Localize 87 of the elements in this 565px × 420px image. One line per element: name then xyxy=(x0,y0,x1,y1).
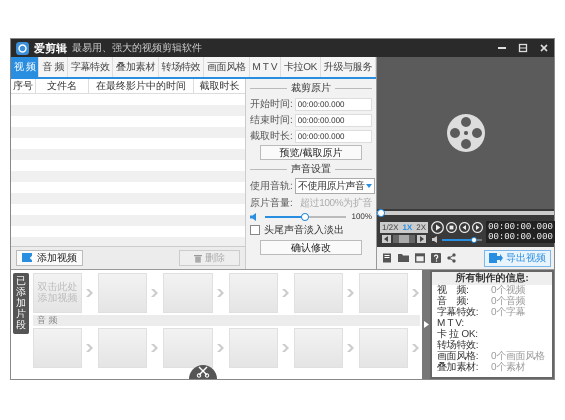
info-value: 0个字幕 xyxy=(491,307,526,318)
window-icon[interactable] xyxy=(415,253,425,263)
field-label: 原片音量: xyxy=(250,196,293,210)
logo-icon xyxy=(16,42,29,54)
play-icon[interactable] xyxy=(431,221,444,234)
chevron-icon xyxy=(86,344,94,352)
section-title: 裁剪原片 xyxy=(291,82,331,95)
film-reel-icon xyxy=(446,113,486,153)
tab[interactable]: 卡拉OK xyxy=(281,57,321,77)
chevron-icon xyxy=(282,344,290,352)
preview-trim-button[interactable]: 预览/截取原片 xyxy=(260,145,362,160)
column-header: 序号 xyxy=(11,79,36,93)
added-clips-tab[interactable]: 已添加片段 xyxy=(13,273,29,334)
chevron-icon xyxy=(346,289,355,297)
tab[interactable]: 叠加素材 xyxy=(113,57,159,77)
folder-icon[interactable] xyxy=(398,253,409,263)
app-name: 爱剪辑 xyxy=(34,42,67,56)
speed-option[interactable]: 1/2X xyxy=(380,222,400,232)
column-header: 文件名 xyxy=(36,79,89,93)
info-label: 卡 拉 OK: xyxy=(437,329,479,340)
scissors-button[interactable] xyxy=(189,363,217,379)
info-label: M T V: xyxy=(437,318,465,329)
speaker-icon xyxy=(250,212,259,220)
column-header: 在最终影片中的时间 xyxy=(89,79,194,93)
time-field[interactable]: 00:00:00.000 xyxy=(294,98,372,110)
share-icon[interactable] xyxy=(447,253,456,263)
field-label: 开始时间: xyxy=(250,98,293,111)
tab[interactable]: 转场特效 xyxy=(158,57,204,77)
maximize-icon[interactable] xyxy=(518,43,528,53)
time-readout: 00:00:00.000 xyxy=(488,222,553,232)
chevron-icon xyxy=(151,289,160,297)
chevron-icon xyxy=(282,289,290,297)
document-icon[interactable] xyxy=(382,253,392,263)
info-value: 0个素材 xyxy=(491,362,526,373)
time-field[interactable]: 00:00:00.000 xyxy=(294,130,372,142)
info-value: 0个画面风格 xyxy=(491,351,545,362)
next-frame-icon[interactable] xyxy=(472,222,484,233)
tab[interactable]: 字幕特效 xyxy=(68,57,114,77)
fade-checkbox[interactable] xyxy=(250,225,260,235)
faster-icon[interactable] xyxy=(417,234,426,242)
chevron-icon xyxy=(412,344,420,352)
chevron-icon xyxy=(151,344,160,352)
audio-track-dropdown[interactable]: 不使用原片声音 xyxy=(294,178,376,194)
collapse-toggle[interactable] xyxy=(422,270,430,379)
info-title: 所有制作的信息: xyxy=(432,272,552,285)
volume-hint: 超过100%为扩音 xyxy=(300,196,372,210)
info-label: 视 频: xyxy=(437,285,470,296)
checkbox-label: 头尾声音淡入淡出 xyxy=(264,224,344,237)
info-label: 音 频: xyxy=(437,296,470,307)
confirm-button[interactable]: 确认修改 xyxy=(260,240,362,255)
field-label: 结束时间: xyxy=(250,114,293,127)
slower-icon[interactable] xyxy=(382,234,392,242)
speed-option[interactable]: 2X xyxy=(414,222,428,232)
chevron-icon xyxy=(216,344,225,352)
column-header: 截取时长 xyxy=(198,80,240,93)
export-icon xyxy=(489,253,503,263)
previous-frame-icon[interactable] xyxy=(459,222,470,233)
info-label: 转场特效: xyxy=(437,340,480,351)
tab[interactable]: M T V xyxy=(250,57,281,77)
info-label: 画面风格: xyxy=(437,351,480,362)
time-readout: 00:00:00.000 xyxy=(488,232,553,242)
chevron-icon xyxy=(216,289,225,297)
volume-reading: 100% xyxy=(352,212,372,221)
chevron-icon xyxy=(412,289,420,297)
tab[interactable]: 画面风格 xyxy=(204,57,250,77)
add-video-button[interactable]: 添加视频 xyxy=(16,250,83,266)
tab[interactable]: 升级与服务 xyxy=(320,57,376,77)
chevron-icon xyxy=(346,344,355,352)
info-value: 0个音频 xyxy=(491,296,526,307)
add-video-icon xyxy=(22,253,34,263)
field-label: 截取时长: xyxy=(250,130,293,143)
app-slogan: 最易用、强大的视频剪辑软件 xyxy=(72,42,202,55)
audio-label: 音 频 xyxy=(37,314,58,327)
section-title: 声音设置 xyxy=(291,162,331,176)
chevron-icon xyxy=(86,289,94,297)
caret-icon xyxy=(366,184,372,188)
close-icon[interactable] xyxy=(539,43,549,53)
info-label: 字幕特效: xyxy=(437,307,480,318)
tab[interactable]: 音 频 xyxy=(39,57,68,77)
stop-icon[interactable] xyxy=(446,222,458,233)
info-value: 0个视频 xyxy=(491,285,526,296)
field-label: 使用音轨: xyxy=(250,180,293,193)
time-field[interactable]: 00:00:00.000 xyxy=(294,114,372,126)
help-icon[interactable] xyxy=(431,253,441,263)
jog-slider[interactable] xyxy=(393,234,416,242)
trash-icon xyxy=(194,254,202,262)
info-label: 叠加素材: xyxy=(437,362,480,373)
